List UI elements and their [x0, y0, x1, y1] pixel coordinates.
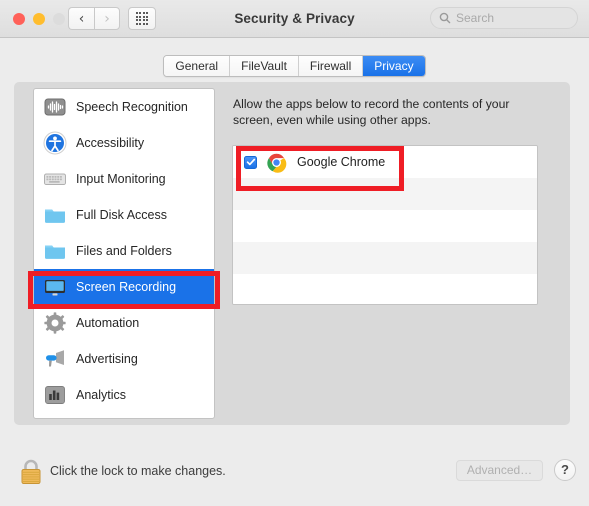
- sidebar-item-label: Speech Recognition: [76, 100, 188, 114]
- tab-firewall[interactable]: Firewall: [298, 56, 364, 76]
- search-icon: [439, 12, 451, 24]
- sidebar-item-label: Full Disk Access: [76, 208, 167, 222]
- app-checkbox[interactable]: [244, 155, 257, 169]
- privacy-description: Allow the apps below to record the conte…: [233, 97, 510, 127]
- waveform-icon: [43, 95, 67, 119]
- help-button[interactable]: ?: [554, 459, 576, 481]
- folder-icon: [43, 203, 67, 227]
- folder-icon: [43, 239, 67, 263]
- lock-closed-icon: [21, 459, 41, 484]
- sidebar-item-input-monitoring[interactable]: Input Monitoring: [34, 161, 214, 197]
- tab-privacy[interactable]: Privacy: [363, 56, 425, 76]
- bar-chart-icon: [43, 383, 67, 407]
- sidebar-item-full-disk-access[interactable]: Full Disk Access: [34, 197, 214, 233]
- sidebar-item-label: Accessibility: [76, 136, 145, 150]
- search-placeholder: Search: [456, 11, 495, 25]
- tab-filevault[interactable]: FileVault: [230, 56, 299, 76]
- app-row-empty: [233, 210, 537, 242]
- lock-button[interactable]: [18, 456, 44, 488]
- megaphone-icon: [43, 347, 67, 371]
- allowed-apps-list[interactable]: Google Chrome: [232, 145, 538, 305]
- gear-icon: [43, 311, 67, 335]
- sidebar-item-label: Input Monitoring: [76, 172, 166, 186]
- sidebar-item-label: Analytics: [76, 388, 127, 402]
- sidebar-item-label: Automation: [76, 316, 140, 330]
- sidebar-item-speech-recognition[interactable]: Speech Recognition: [34, 89, 214, 125]
- display-icon: [43, 275, 67, 299]
- app-row-empty: [233, 242, 537, 274]
- accessibility-icon: [43, 131, 67, 155]
- window-titlebar: ‹ › Security & Privacy Search: [0, 0, 589, 38]
- sidebar-item-label: Screen Recording: [76, 280, 177, 294]
- privacy-category-list[interactable]: Speech Recognition Accessibility Input M…: [33, 88, 215, 419]
- sidebar-item-label: Files and Folders: [76, 244, 172, 258]
- sidebar-item-analytics[interactable]: Analytics: [34, 377, 214, 413]
- sidebar-item-advertising[interactable]: Advertising: [34, 341, 214, 377]
- tab-general[interactable]: General: [164, 56, 231, 76]
- app-row-empty: [233, 274, 537, 304]
- tab-bar: General FileVault Firewall Privacy: [163, 55, 426, 77]
- app-row-google-chrome[interactable]: Google Chrome: [233, 146, 537, 178]
- bottom-bar: Click the lock to make changes. Advanced…: [0, 448, 589, 506]
- lock-hint-text: Click the lock to make changes.: [50, 464, 226, 478]
- chrome-icon: [266, 152, 287, 173]
- system-preferences-window: ‹ › Security & Privacy Search General Fi…: [0, 0, 589, 506]
- keyboard-icon: [43, 167, 67, 191]
- sidebar-item-label: Advertising: [76, 352, 138, 366]
- checkmark-icon: [246, 158, 255, 166]
- app-name: Google Chrome: [297, 155, 386, 169]
- advanced-button: Advanced…: [456, 460, 543, 481]
- tab-bar-container: General FileVault Firewall Privacy: [0, 55, 589, 77]
- sidebar-item-automation[interactable]: Automation: [34, 305, 214, 341]
- search-input[interactable]: Search: [430, 7, 578, 29]
- sidebar-item-files-and-folders[interactable]: Files and Folders: [34, 233, 214, 269]
- sidebar-item-accessibility[interactable]: Accessibility: [34, 125, 214, 161]
- privacy-panel: Speech Recognition Accessibility Input M…: [14, 82, 570, 425]
- app-row-empty: [233, 178, 537, 210]
- sidebar-item-screen-recording[interactable]: Screen Recording: [34, 269, 214, 305]
